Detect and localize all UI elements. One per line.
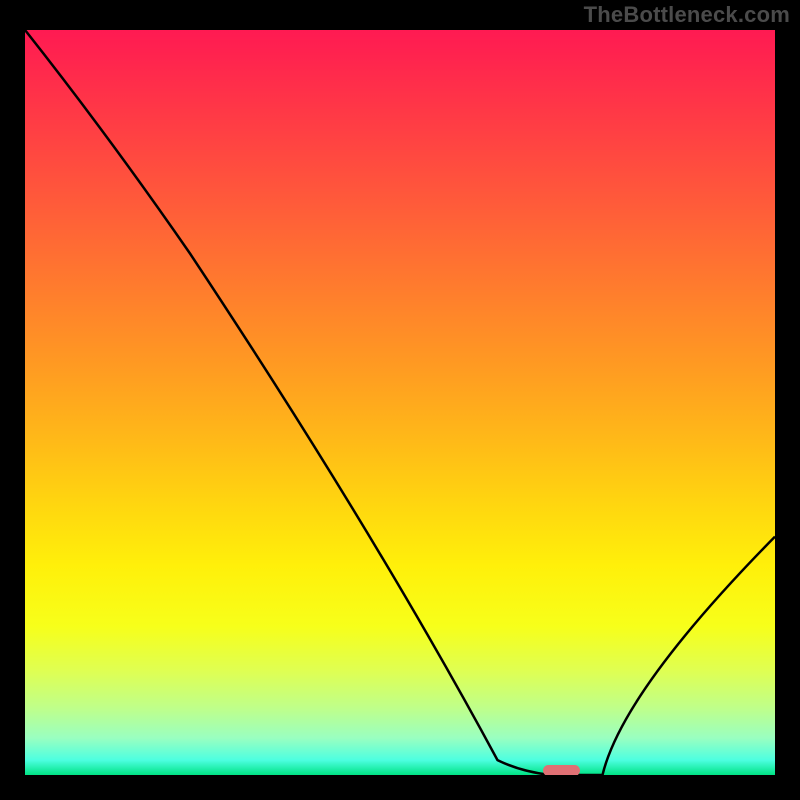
optimal-marker	[543, 765, 581, 775]
curve-path	[25, 30, 775, 775]
bottleneck-curve	[25, 30, 775, 775]
watermark-text: TheBottleneck.com	[584, 2, 790, 28]
chart-frame: TheBottleneck.com	[0, 0, 800, 800]
plot-area	[25, 30, 775, 775]
